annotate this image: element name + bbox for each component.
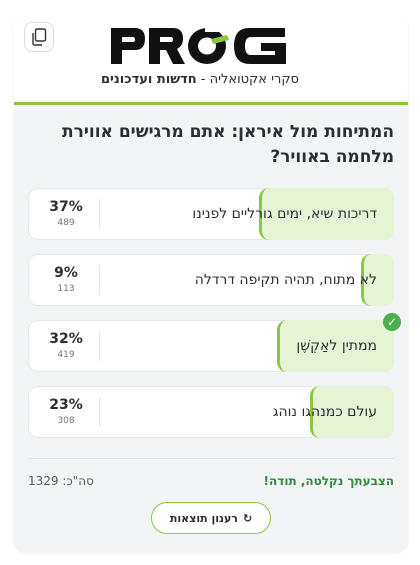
refresh-label: רענון תוצאות	[169, 511, 238, 525]
poll-option[interactable]: לא מתוח, תהיה תקיפה דרדלה 9% 113	[28, 254, 394, 306]
option-percent: 37%	[49, 199, 83, 215]
option-divider	[99, 265, 100, 295]
option-divider	[99, 331, 100, 361]
option-divider	[99, 199, 100, 229]
option-percent: 9%	[54, 265, 78, 281]
poll-card: סקרי אקטואליה - חדשות ועדכונים המתיחות מ…	[14, 16, 408, 552]
option-vote-count: 308	[57, 416, 75, 426]
copy-icon	[32, 28, 47, 46]
tagline-bold: חדשות ועדכונים	[100, 72, 197, 87]
poll-option[interactable]: ממתין לאַקְשֶׁן 32% 419 ✓	[28, 313, 401, 372]
tagline-light: סקרי אקטואליה -	[196, 72, 299, 87]
option-label: לא מתוח, תהיה תקיפה דרדלה	[194, 272, 377, 288]
option-label: דריכות שיא, ימים גורליים לפנינו	[192, 206, 377, 222]
checkmark-icon: ✓	[383, 313, 401, 331]
option-percent: 32%	[49, 331, 83, 347]
option-vote-count: 489	[57, 218, 75, 228]
vote-confirmation: הצבעתך נקלטה, תודה!	[263, 474, 394, 488]
copy-button[interactable]	[24, 22, 54, 52]
option-vote-count: 419	[57, 350, 75, 360]
option-label: ממתין לאַקְשֶׁן	[296, 338, 377, 354]
option-label: עולם כמנהגו נוהג	[272, 404, 377, 420]
option-percent: 23%	[49, 397, 83, 413]
poll-header: סקרי אקטואליה - חדשות ועדכונים	[14, 16, 408, 105]
refresh-icon: ↻	[242, 511, 253, 525]
poll-option[interactable]: דריכות שיא, ימים גורליים לפנינו 37% 489	[28, 188, 394, 240]
prog-logo	[111, 26, 286, 64]
refresh-results-button[interactable]: ↻ רענון תוצאות	[151, 502, 271, 534]
total-votes: סה"כ: 1329	[28, 474, 94, 488]
poll-question: המתיחות מול איראן: אתם מרגישים אווירת מל…	[62, 122, 394, 167]
option-vote-count: 113	[57, 284, 75, 294]
divider	[28, 458, 394, 459]
option-divider	[99, 397, 100, 427]
poll-option[interactable]: עולם כמנהגו נוהג 23% 308	[28, 386, 394, 438]
tagline: סקרי אקטואליה - חדשות ועדכונים	[101, 72, 299, 88]
brand-logo: סקרי אקטואליה - חדשות ועדכונים	[101, 26, 309, 96]
